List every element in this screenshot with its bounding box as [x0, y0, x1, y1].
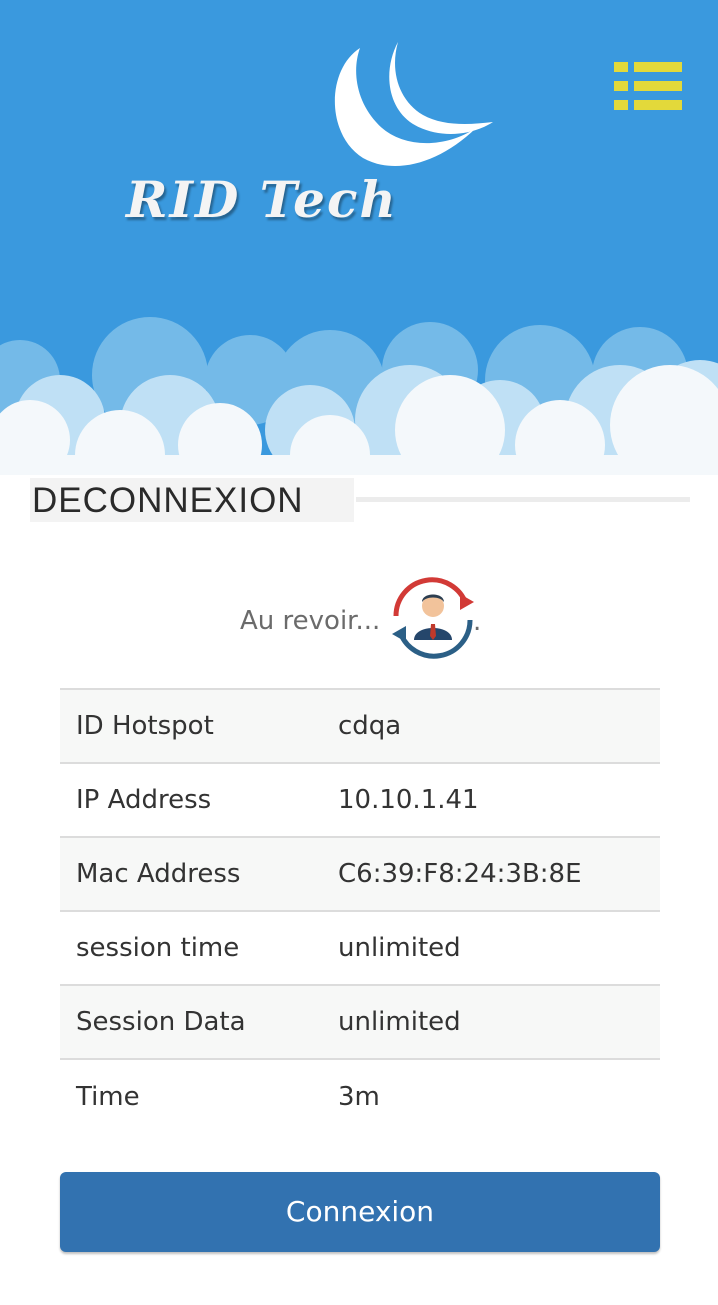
row-label: Session Data: [60, 984, 322, 1059]
table-row: Mac Address C6:39:F8:24:3B:8E: [60, 836, 660, 911]
user-sync-icon: [388, 574, 478, 662]
goodbye-message: Au revoir... .: [0, 574, 718, 664]
header-banner: RID Tech: [0, 0, 718, 475]
row-value: unlimited: [322, 910, 660, 985]
table-row: IP Address 10.10.1.41: [60, 762, 660, 837]
session-info-table: ID Hotspot cdqa IP Address 10.10.1.41 Ma…: [60, 688, 660, 1133]
row-label: Mac Address: [60, 836, 322, 911]
moon-icon: [334, 42, 493, 167]
table-row: session time unlimited: [60, 910, 660, 985]
row-value: cdqa: [322, 688, 660, 763]
row-value: unlimited: [322, 984, 660, 1059]
row-label: ID Hotspot: [60, 688, 322, 763]
section-divider: [356, 497, 690, 502]
row-value: 10.10.1.41: [322, 762, 660, 837]
section-title-text: DECONNEXION: [32, 481, 304, 520]
row-value: C6:39:F8:24:3B:8E: [322, 836, 660, 911]
row-value: 3m: [322, 1058, 660, 1133]
goodbye-text: Au revoir...: [240, 606, 381, 636]
list-menu-icon[interactable]: [614, 60, 682, 114]
table-row: ID Hotspot cdqa: [60, 688, 660, 763]
logo-text: RID Tech: [126, 170, 398, 229]
row-label: session time: [60, 910, 322, 985]
section-title: DECONNEXION: [30, 478, 354, 522]
row-label: IP Address: [60, 762, 322, 837]
rid-tech-logo: RID Tech: [118, 40, 508, 240]
table-row: Session Data unlimited: [60, 984, 660, 1059]
connexion-button[interactable]: Connexion: [60, 1172, 660, 1252]
table-row: Time 3m: [60, 1058, 660, 1133]
row-label: Time: [60, 1058, 322, 1133]
goodbye-suffix: .: [473, 607, 482, 637]
